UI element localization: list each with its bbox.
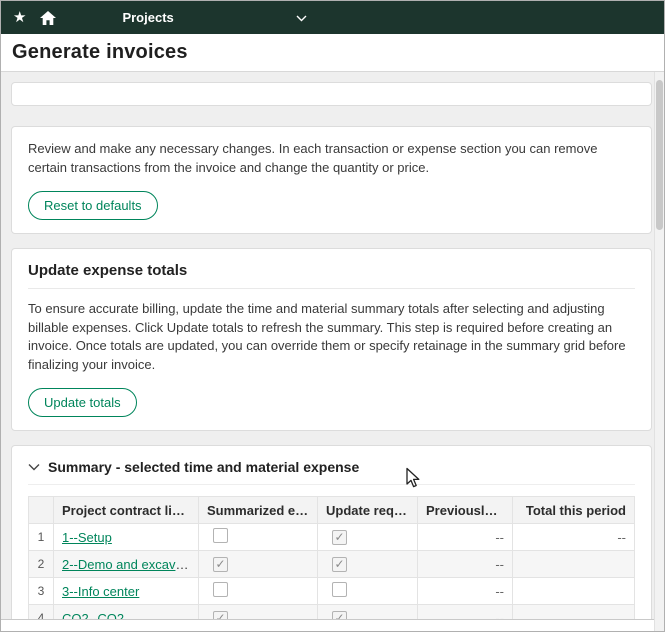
total-this-period-value (513, 551, 635, 578)
top-navigation-bar: ★ Projects (1, 1, 664, 34)
col-header-total-period: Total this period (513, 497, 635, 524)
previously-billed-value: -- (418, 578, 513, 605)
summary-section-title: Summary - selected time and material exp… (48, 459, 359, 475)
previously-billed-value: -- (418, 524, 513, 551)
summary-card: Summary - selected time and material exp… (11, 445, 652, 632)
summary-table: Project contract line ID Summarized entr… (28, 496, 635, 632)
application-dropdown[interactable]: Projects (122, 10, 307, 25)
summary-section-header: Summary - selected time and material exp… (28, 459, 635, 485)
previously-billed-value: -- (418, 551, 513, 578)
row-number: 2 (29, 551, 54, 578)
page-title: Generate invoices (12, 41, 188, 64)
table-row: 3 3--Info center -- (29, 578, 635, 605)
line-id-link[interactable]: 1--Setup (62, 530, 112, 545)
total-this-period-value: -- (513, 524, 635, 551)
col-header-update-required: Update required (318, 497, 418, 524)
row-number: 1 (29, 524, 54, 551)
col-header-summarized: Summarized entries (199, 497, 318, 524)
favorites-star-icon[interactable]: ★ (13, 10, 26, 25)
update-required-checkbox[interactable] (332, 557, 347, 572)
total-this-period-value (513, 578, 635, 605)
app-window: ★ Projects Generate invoices Review and … (0, 0, 665, 632)
rownum-header (29, 497, 54, 524)
col-header-line-id: Project contract line ID (54, 497, 199, 524)
page-header: Generate invoices (1, 34, 664, 72)
row-number: 3 (29, 578, 54, 605)
line-id-link[interactable]: 2--Demo and excavation (62, 557, 199, 572)
chevron-down-icon (296, 10, 307, 25)
application-dropdown-label: Projects (122, 10, 173, 25)
summarized-entries-checkbox[interactable] (213, 528, 228, 543)
summarized-entries-checkbox[interactable] (213, 582, 228, 597)
line-id-link[interactable]: 3--Info center (62, 584, 139, 599)
review-card: Review and make any necessary changes. I… (11, 126, 652, 234)
update-totals-button[interactable]: Update totals (28, 388, 137, 417)
update-required-checkbox[interactable] (332, 530, 347, 545)
main-content: Review and make any necessary changes. I… (1, 72, 664, 632)
update-expense-totals-card: Update expense totals To ensure accurate… (11, 248, 652, 431)
footer-strip (1, 619, 654, 631)
summarized-entries-checkbox[interactable] (213, 557, 228, 572)
update-required-checkbox[interactable] (332, 582, 347, 597)
vertical-scrollbar[interactable] (654, 72, 664, 631)
collapse-chevron-icon[interactable] (28, 463, 40, 471)
update-expense-totals-title: Update expense totals (28, 262, 635, 279)
home-icon[interactable] (40, 11, 56, 25)
col-header-previously-billed: Previously billed (418, 497, 513, 524)
table-row: 2 2--Demo and excavation -- (29, 551, 635, 578)
table-row: 1 1--Setup -- -- (29, 524, 635, 551)
scrollbar-thumb[interactable] (656, 80, 663, 230)
reset-to-defaults-button[interactable]: Reset to defaults (28, 191, 158, 220)
scrolled-card-partial (11, 82, 652, 106)
review-instructions-text: Review and make any necessary changes. I… (28, 140, 635, 178)
table-header-row: Project contract line ID Summarized entr… (29, 497, 635, 524)
update-instructions-text: To ensure accurate billing, update the t… (28, 300, 635, 375)
